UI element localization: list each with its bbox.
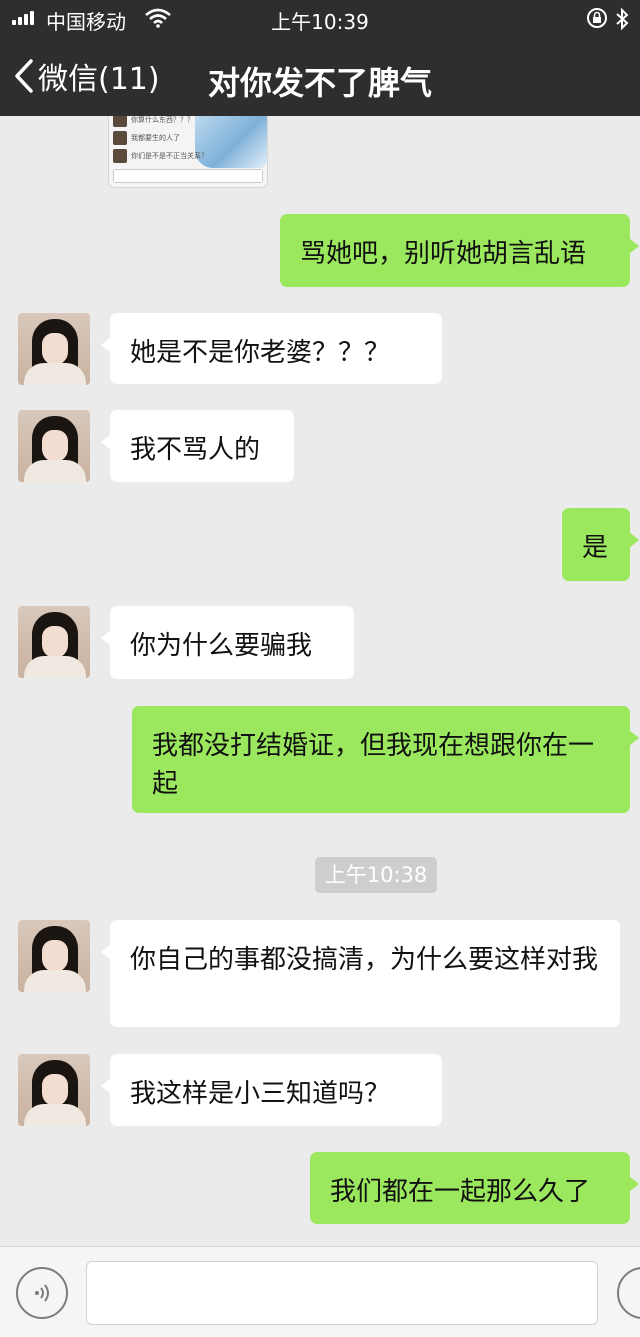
contact-avatar[interactable] <box>18 920 90 992</box>
contact-avatar[interactable] <box>18 410 90 482</box>
voice-button[interactable] <box>16 1267 68 1319</box>
input-bar <box>0 1246 640 1337</box>
shared-screenshot-image[interactable]: 你算什么东西？？？ 我都要生的人了 你们是不是不正当关系？ <box>108 116 268 188</box>
bluetooth-icon <box>614 7 630 36</box>
message-input[interactable] <box>86 1261 598 1325</box>
nav-bar: 微信(11) 对你发不了脾气 <box>0 40 640 116</box>
voice-icon <box>35 1284 49 1302</box>
contact-avatar[interactable] <box>18 606 90 678</box>
orientation-lock-icon <box>586 7 608 34</box>
screenshot-line: 我都要生的人了 <box>131 134 180 142</box>
message-bubble-incoming[interactable]: 你自己的事都没搞清，为什么要这样对我 <box>101 920 620 1027</box>
message-bubble-incoming[interactable]: 我不骂人的 <box>101 410 294 482</box>
status-time: 上午10:39 <box>271 10 369 34</box>
message-bubble-outgoing[interactable]: 我都没打结婚证，但我现在想跟你在一起 <box>132 706 639 813</box>
screenshot-line: 你算什么东西？？？ <box>131 116 194 124</box>
contact-avatar[interactable] <box>18 1054 90 1126</box>
message-bubble-outgoing[interactable]: 我们都在一起那么久了 <box>310 1152 639 1224</box>
message-bubble-incoming[interactable]: 我这样是小三知道吗？ <box>101 1054 442 1126</box>
chat-title: 对你发不了脾气 <box>207 64 432 102</box>
chat-area[interactable]: 你算什么东西？？？ 我都要生的人了 你们是不是不正当关系？ 骂她吧，别听她胡言乱… <box>0 116 640 1246</box>
message-bubble-outgoing[interactable]: 是 <box>562 508 639 581</box>
status-bar: 中国移动 上午10:39 <box>0 0 640 38</box>
message-timestamp: 上午10:38 <box>315 857 437 893</box>
message-bubble-incoming[interactable]: 她是不是你老婆？？？ <box>101 313 442 384</box>
message-bubble-outgoing[interactable]: 骂她吧，别听她胡言乱语 <box>280 214 639 287</box>
message-bubble-incoming[interactable]: 你为什么要骗我 <box>101 606 354 679</box>
emoji-button[interactable] <box>617 1267 640 1319</box>
top-bar: 中国移动 上午10:39 微信(11) 对你发不了脾气 <box>0 0 640 116</box>
screenshot-line: 你们是不是不正当关系？ <box>131 152 208 160</box>
contact-avatar[interactable] <box>18 313 90 385</box>
